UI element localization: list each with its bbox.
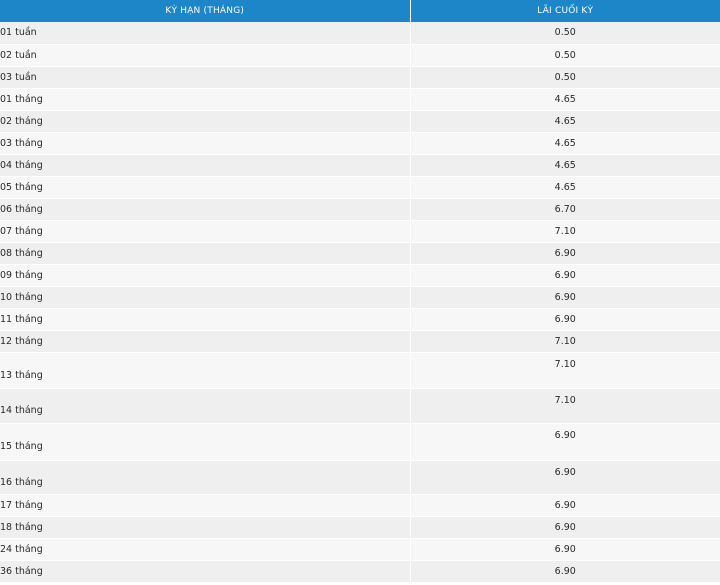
rate-cell: 6.90 [410,423,720,461]
table-row: 16 tháng 6.90 [0,460,720,495]
table-row: 17 tháng 6.90 [0,494,720,517]
table-row: 07 tháng 7.10 [0,220,720,243]
term-cell: 11 tháng [0,308,411,331]
rate-cell: 7.10 [410,220,720,243]
term-cell: 02 tháng [0,110,411,133]
term-cell: 01 tháng [0,88,411,111]
rate-cell: 4.65 [410,88,720,111]
rate-cell: 6.90 [410,242,720,265]
table-row: 04 tháng 4.65 [0,154,720,177]
table-row: 12 tháng 7.10 [0,330,720,353]
table-row: 08 tháng 6.90 [0,242,720,265]
table-row: 06 tháng 6.70 [0,198,720,221]
term-cell: 13 tháng [0,352,411,389]
term-cell: 01 tuần [0,22,411,45]
term-cell: 10 tháng [0,286,411,309]
column-header-term: KỲ HẠN (THÁNG) [0,0,411,22]
rate-cell: 6.90 [410,460,720,495]
table-header-row: KỲ HẠN (THÁNG) LÃI CUỐI KỲ [0,0,720,22]
rate-cell: 6.90 [410,560,720,583]
term-cell: 07 tháng [0,220,411,243]
table-row: 01 tuần 0.50 [0,22,720,45]
term-cell: 02 tuần [0,44,411,67]
rate-cell: 6.90 [410,308,720,331]
table-row: 13 tháng 7.10 [0,352,720,389]
term-cell: 05 tháng [0,176,411,199]
rate-cell: 7.10 [410,352,720,389]
table-row: 05 tháng 4.65 [0,176,720,199]
table-body: 01 tuần 0.50 02 tuần 0.50 03 tuần 0.50 01 thán… [0,22,720,583]
term-cell: 08 tháng [0,242,411,265]
rate-cell: 0.50 [410,22,720,45]
term-cell: 04 tháng [0,154,411,177]
term-cell: 16 tháng [0,460,411,495]
table-row: 18 tháng 6.90 [0,516,720,539]
rate-cell: 6.90 [410,538,720,561]
table-row: 01 tháng 4.65 [0,88,720,111]
term-cell: 14 tháng [0,388,411,424]
term-cell: 17 tháng [0,494,411,517]
rate-cell: 4.65 [410,154,720,177]
rate-cell: 4.65 [410,110,720,133]
term-cell: 12 tháng [0,330,411,353]
term-cell: 03 tuần [0,66,411,89]
table-row: 14 tháng 7.10 [0,388,720,424]
table-row: 15 tháng 6.90 [0,423,720,461]
term-cell: 36 tháng [0,560,411,583]
term-cell: 03 tháng [0,132,411,155]
table-row: 36 tháng 6.90 [0,560,720,583]
column-header-rate: LÃI CUỐI KỲ [410,0,720,22]
rate-cell: 6.70 [410,198,720,221]
rate-cell: 0.50 [410,66,720,89]
rate-cell: 6.90 [410,494,720,517]
table-row: 24 tháng 6.90 [0,538,720,561]
table-row: 03 tuần 0.50 [0,66,720,89]
term-cell: 24 tháng [0,538,411,561]
rate-cell: 6.90 [410,516,720,539]
term-cell: 15 tháng [0,423,411,461]
interest-rate-table: KỲ HẠN (THÁNG) LÃI CUỐI KỲ 01 tuần 0.50 02… [0,0,720,583]
rate-cell: 4.65 [410,176,720,199]
table-row: 09 tháng 6.90 [0,264,720,287]
table-row: 10 tháng 6.90 [0,286,720,309]
term-cell: 09 tháng [0,264,411,287]
term-cell: 18 tháng [0,516,411,539]
rate-cell: 4.65 [410,132,720,155]
table-row: 02 tháng 4.65 [0,110,720,133]
rate-cell: 0.50 [410,44,720,67]
rate-cell: 6.90 [410,286,720,309]
table-row: 03 tháng 4.65 [0,132,720,155]
term-cell: 06 tháng [0,198,411,221]
table-row: 02 tuần 0.50 [0,44,720,67]
rate-cell: 7.10 [410,330,720,353]
rate-cell: 6.90 [410,264,720,287]
table-row: 11 tháng 6.90 [0,308,720,331]
rate-cell: 7.10 [410,388,720,424]
